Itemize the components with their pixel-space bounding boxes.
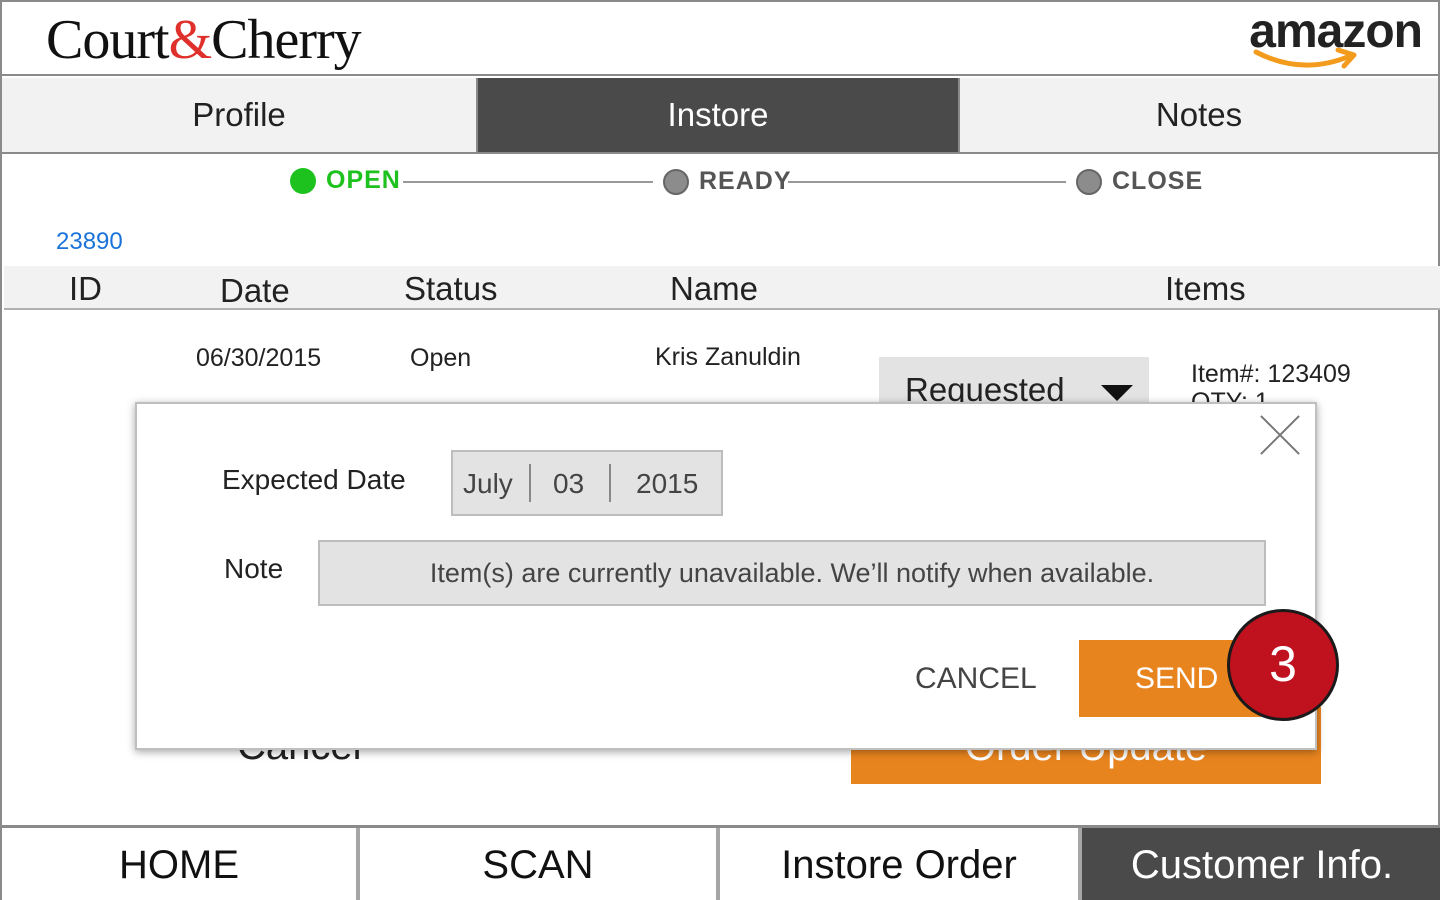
item-number: Item#: 123409: [1191, 360, 1351, 388]
nav-customer-info[interactable]: Customer Info.: [1082, 828, 1440, 900]
divider: [529, 464, 531, 502]
date-month[interactable]: July: [463, 468, 513, 500]
note-field[interactable]: Item(s) are currently unavailable. We’ll…: [318, 540, 1266, 606]
tab-profile[interactable]: Profile: [2, 78, 478, 152]
tab-instore[interactable]: Instore: [478, 78, 958, 152]
status-dot-icon: [1076, 168, 1102, 195]
close-icon[interactable]: [1259, 414, 1301, 456]
table-header: ID Date Status Name Items: [4, 266, 1440, 310]
send-button-label: SEND: [1135, 662, 1219, 695]
note-label: Note: [224, 553, 284, 584]
status-dot-icon: [663, 168, 689, 195]
progress-step-open: OPEN: [290, 166, 401, 195]
progress-step-label: CLOSE: [1112, 167, 1204, 195]
date-year[interactable]: 2015: [636, 468, 698, 500]
step-number-badge: 3: [1227, 609, 1339, 721]
column-header-items: Items: [1165, 270, 1246, 307]
progress-step-label: OPEN: [326, 166, 401, 194]
row-status: Open: [410, 344, 472, 372]
progress-step-close: CLOSE: [1076, 167, 1203, 196]
date-day[interactable]: 03: [553, 468, 584, 500]
bottom-nav: HOME SCAN Instore Order Customer Info.: [2, 825, 1440, 900]
chevron-down-icon: [1101, 385, 1133, 401]
app-frame: Court&Cherry amazon Profile Instore Note…: [0, 0, 1440, 900]
column-header-name: Name: [670, 270, 759, 307]
expected-date-dialog: Expected Date July 03 2015 Note Item(s) …: [135, 402, 1317, 750]
tab-notes[interactable]: Notes: [958, 78, 1438, 152]
column-header-id: ID: [69, 270, 102, 307]
progress-connector: [788, 181, 1066, 183]
order-progress: OPEN READY CLOSE: [2, 162, 1438, 202]
progress-step-ready: READY: [663, 167, 792, 196]
brand-logo: Court&Cherry: [46, 8, 362, 72]
amazon-smile-icon: [1253, 47, 1357, 69]
order-number-link[interactable]: 23890: [56, 228, 123, 256]
row-date: 06/30/2015: [196, 344, 322, 372]
nav-instore-order[interactable]: Instore Order: [720, 828, 1082, 900]
brand-name-left: Court: [46, 9, 170, 71]
row-name: Kris Zanuldin: [655, 343, 801, 371]
app-header: Court&Cherry amazon: [2, 2, 1438, 76]
main-tabs: Profile Instore Notes: [2, 78, 1438, 154]
brand-name-right: Cherry: [211, 9, 362, 71]
status-dot-icon: [290, 167, 316, 194]
column-header-status: Status: [404, 270, 498, 307]
brand-ampersand: &: [168, 9, 213, 71]
divider: [609, 464, 611, 502]
column-header-date: Date: [220, 272, 290, 309]
expected-date-label: Expected Date: [222, 464, 406, 495]
nav-scan[interactable]: SCAN: [360, 828, 720, 900]
nav-home[interactable]: HOME: [2, 828, 360, 900]
amazon-logo: amazon: [1222, 4, 1423, 74]
cancel-button[interactable]: CANCEL: [915, 662, 1037, 696]
expected-date-picker[interactable]: July 03 2015: [451, 450, 723, 516]
progress-step-label: READY: [699, 167, 792, 195]
progress-connector: [403, 181, 653, 183]
